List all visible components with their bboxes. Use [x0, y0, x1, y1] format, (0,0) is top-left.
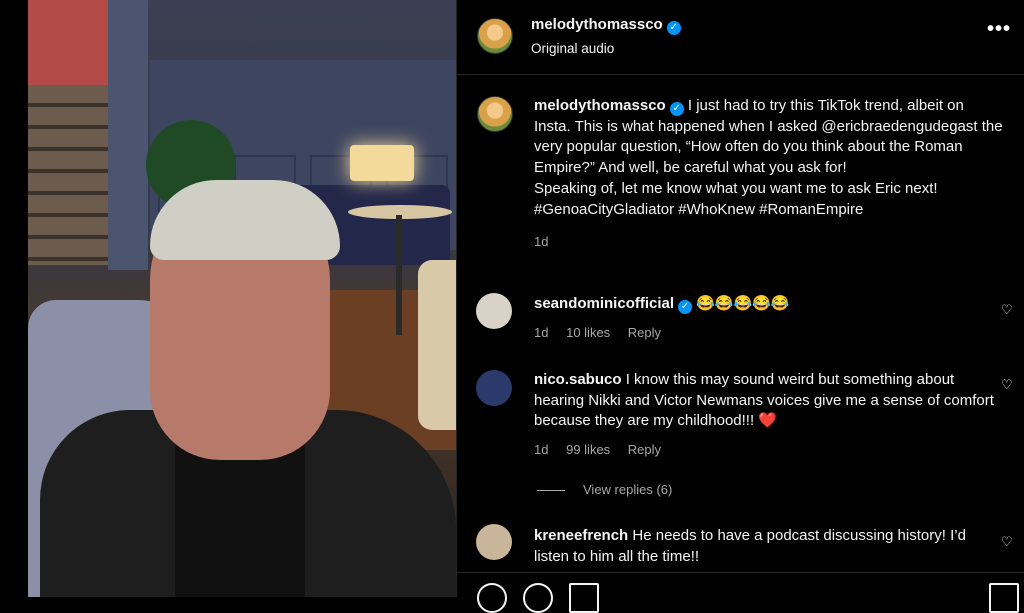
audio-label[interactable]: Original audio — [531, 41, 681, 56]
comment-age: 1d — [534, 324, 549, 340]
comment-item: kreneefrench He needs to have a podcast … — [534, 526, 994, 567]
commenter-avatar[interactable] — [476, 370, 512, 406]
author-username[interactable]: melodythomassco — [531, 16, 663, 33]
commenter-avatar[interactable] — [476, 293, 512, 329]
background-red-wall — [28, 0, 108, 86]
heart-icon[interactable]: ♡ — [1001, 302, 1015, 317]
video-left-edge — [0, 0, 28, 597]
like-icon[interactable] — [477, 583, 507, 613]
verified-badge-icon: ✓ — [669, 102, 684, 116]
comment-username[interactable]: kreneefrench — [534, 527, 628, 544]
comment-item: nico.sabuco I know this may sound weird … — [534, 370, 994, 461]
caption-text-2: Speaking of, let me know what you want m… — [534, 179, 938, 197]
comment-icon[interactable] — [523, 583, 553, 613]
heart-icon[interactable]: ♡ — [1001, 534, 1015, 549]
post-caption: melodythomassco ✓ I just had to try this … — [534, 96, 1004, 253]
comment-meta: 1d 10 likes Reply — [534, 323, 994, 344]
comment-text: 😂😂😂😂😂 — [696, 295, 790, 312]
comment-age: 1d — [534, 442, 549, 458]
comment-username[interactable]: nico.sabuco — [534, 371, 622, 388]
caption-age: 1d — [534, 234, 549, 250]
author-avatar[interactable] — [477, 18, 513, 54]
more-options-icon[interactable]: ••• — [987, 18, 1011, 41]
post-actions-bar — [457, 572, 1024, 613]
view-replies-line — [537, 490, 565, 492]
view-replies-button[interactable]: View replies (6) — [537, 482, 672, 497]
post-video[interactable] — [0, 0, 456, 597]
person-hair — [150, 180, 340, 260]
comment-reply-button[interactable]: Reply — [628, 325, 661, 340]
save-icon[interactable] — [989, 583, 1019, 613]
post-header: melodythomassco ✓ Original audio ••• — [457, 0, 1024, 75]
caption-avatar[interactable] — [477, 96, 513, 132]
background-lamp — [350, 145, 414, 181]
author-info: melodythomassco ✓ Original audio — [531, 16, 681, 56]
background-table-leg — [396, 215, 402, 335]
heart-icon[interactable]: ♡ — [1001, 377, 1015, 392]
share-icon[interactable] — [569, 583, 599, 613]
comment-username[interactable]: seandominicofficial — [534, 295, 674, 312]
comment-likes[interactable]: 99 likes — [566, 442, 610, 457]
comment-meta: 1d 99 likes Reply — [534, 440, 994, 461]
comment-reply-button[interactable]: Reply — [628, 442, 661, 457]
comment-likes[interactable]: 10 likes — [566, 325, 610, 340]
background-chair — [418, 260, 456, 430]
commenter-avatar[interactable] — [476, 524, 512, 560]
comment-item: seandominicofficial ✓ 😂😂😂😂😂 1d 10 likes R… — [534, 294, 994, 343]
verified-badge-icon: ✓ — [666, 21, 681, 35]
background-stairs — [28, 85, 110, 265]
instagram-post-viewer: melodythomassco ✓ Original audio ••• melo… — [0, 0, 1024, 613]
caption-username[interactable]: melodythomassco — [534, 97, 666, 114]
caption-hashtags[interactable]: #GenoaCityGladiator #WhoKnew #RomanEmpir… — [534, 201, 863, 218]
view-replies-label[interactable]: View replies (6) — [583, 482, 672, 497]
background-pillar — [108, 0, 148, 270]
verified-badge-icon: ✓ — [678, 300, 693, 314]
post-sidebar: melodythomassco ✓ Original audio ••• melo… — [456, 0, 1024, 613]
